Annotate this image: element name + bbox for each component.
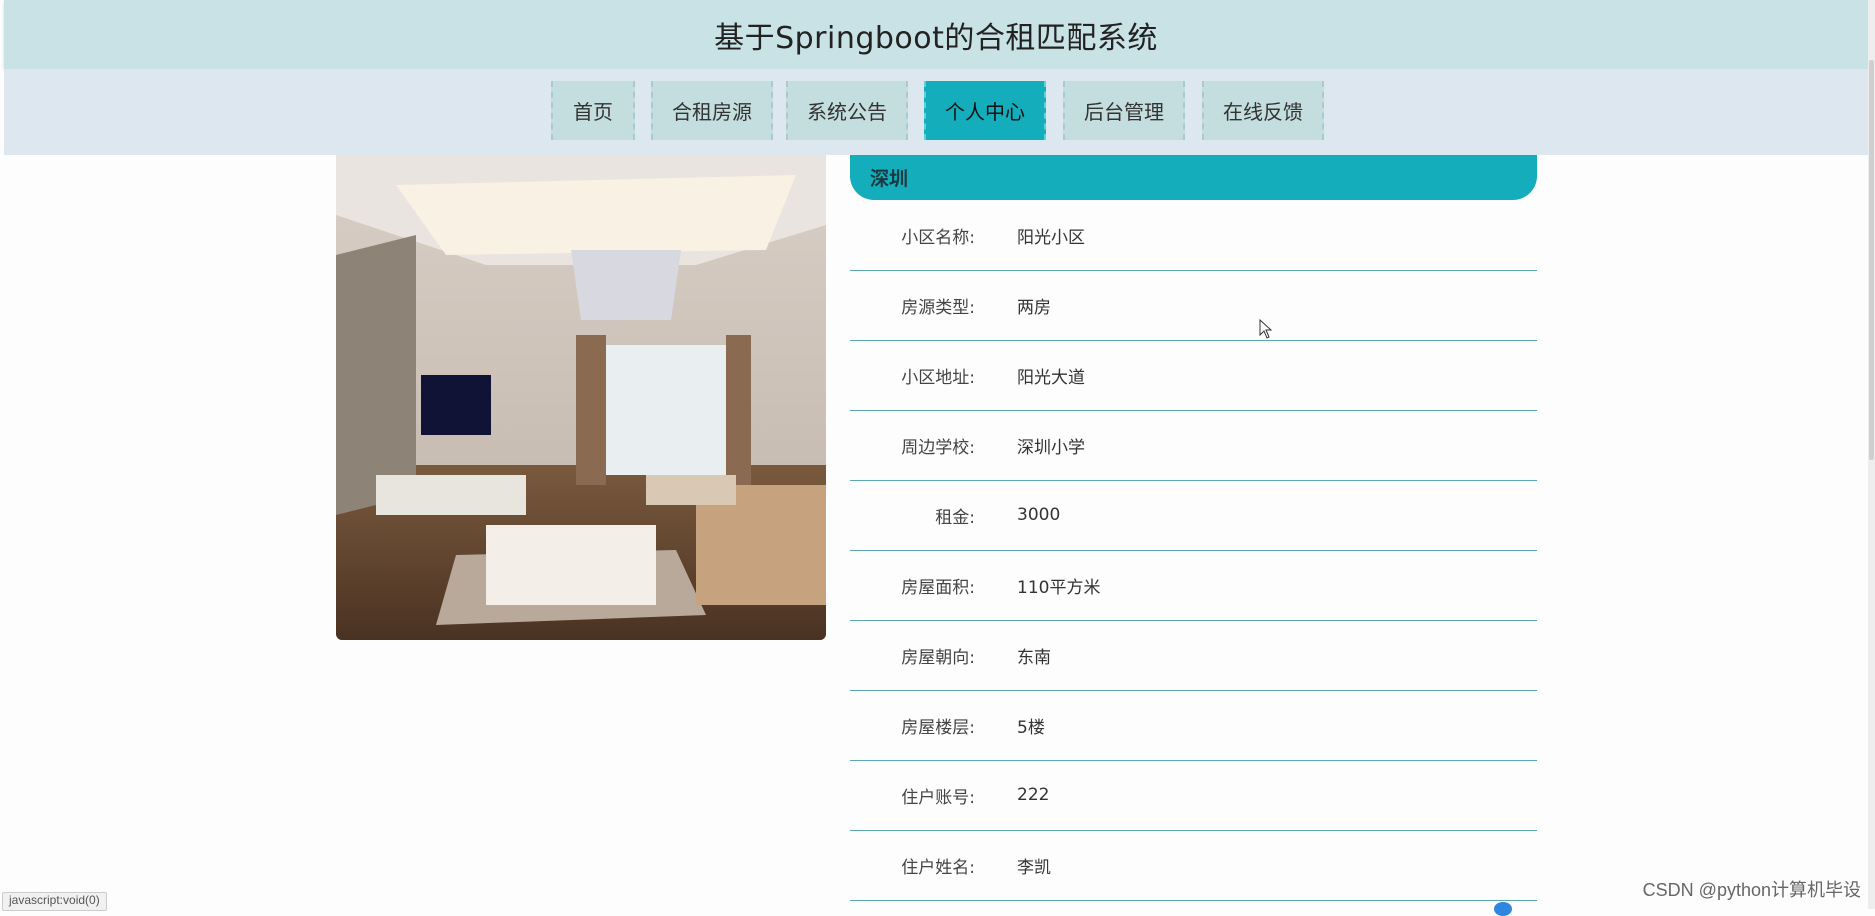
- detail-row-tenant-account: 住户账号: 222: [850, 760, 1537, 831]
- nav-item-admin[interactable]: 后台管理: [1063, 81, 1185, 140]
- nav-item-shared-listings[interactable]: 合租房源: [651, 81, 773, 140]
- nav-item-home[interactable]: 首页: [551, 81, 635, 140]
- detail-row-house-type: 房源类型: 两房: [850, 270, 1537, 341]
- detail-value: 深圳小学: [1017, 437, 1085, 458]
- detail-label: 周边学校:: [901, 437, 975, 458]
- detail-value: 110平方米: [1017, 577, 1101, 598]
- site-title: 基于Springboot的合租匹配系统: [714, 20, 1158, 56]
- page-scrollbar[interactable]: [1868, 0, 1875, 909]
- detail-row-floor: 房屋楼层: 5楼: [850, 690, 1537, 761]
- detail-row-nearby-school: 周边学校: 深圳小学: [850, 410, 1537, 481]
- mouse-cursor-icon: [1259, 318, 1273, 343]
- detail-value: 东南: [1017, 647, 1051, 668]
- browser-status-bar: javascript:void(0): [2, 892, 107, 911]
- detail-value: 两房: [1017, 297, 1051, 318]
- detail-row-community-name: 小区名称: 阳光小区: [850, 200, 1537, 271]
- detail-value: 5楼: [1017, 717, 1045, 738]
- detail-label: 小区地址:: [901, 367, 975, 388]
- nav-item-announcements[interactable]: 系统公告: [786, 81, 908, 140]
- detail-label: 房屋楼层:: [901, 717, 975, 738]
- detail-value: 222: [1017, 785, 1050, 805]
- detail-value: 3000: [1017, 505, 1061, 525]
- detail-label: 住户姓名:: [901, 857, 975, 878]
- detail-label: 房屋朝向:: [901, 647, 975, 668]
- detail-row-orientation: 房屋朝向: 东南: [850, 620, 1537, 691]
- listing-photo: [336, 155, 826, 640]
- nav-item-personal-center[interactable]: 个人中心: [924, 81, 1046, 140]
- detail-label: 房屋面积:: [901, 577, 975, 598]
- detail-value: 阳光大道: [1017, 367, 1085, 388]
- scrollbar-thumb[interactable]: [1869, 60, 1874, 460]
- detail-value: 李凯: [1017, 857, 1051, 878]
- detail-label: 住户账号:: [901, 787, 975, 808]
- site-header: 基于Springboot的合租匹配系统: [4, 0, 1868, 69]
- main-nav: 首页 合租房源 系统公告 个人中心 后台管理 在线反馈: [4, 69, 1868, 155]
- detail-value: 阳光小区: [1017, 227, 1085, 248]
- detail-label: 小区名称:: [901, 227, 975, 248]
- detail-row-tenant-name: 住户姓名: 李凯: [850, 830, 1537, 901]
- detail-row-area: 房屋面积: 110平方米: [850, 550, 1537, 621]
- detail-label: 房源类型:: [901, 297, 975, 318]
- city-title: 深圳: [850, 155, 1537, 200]
- watermark-text: CSDN @python计算机毕设: [1642, 880, 1861, 900]
- detail-row-address: 小区地址: 阳光大道: [850, 340, 1537, 411]
- nav-item-feedback[interactable]: 在线反馈: [1202, 81, 1324, 140]
- detail-row-rent: 租金: 3000: [850, 480, 1537, 551]
- detail-label: 租金:: [935, 507, 975, 528]
- partial-button-icon[interactable]: [1494, 902, 1512, 916]
